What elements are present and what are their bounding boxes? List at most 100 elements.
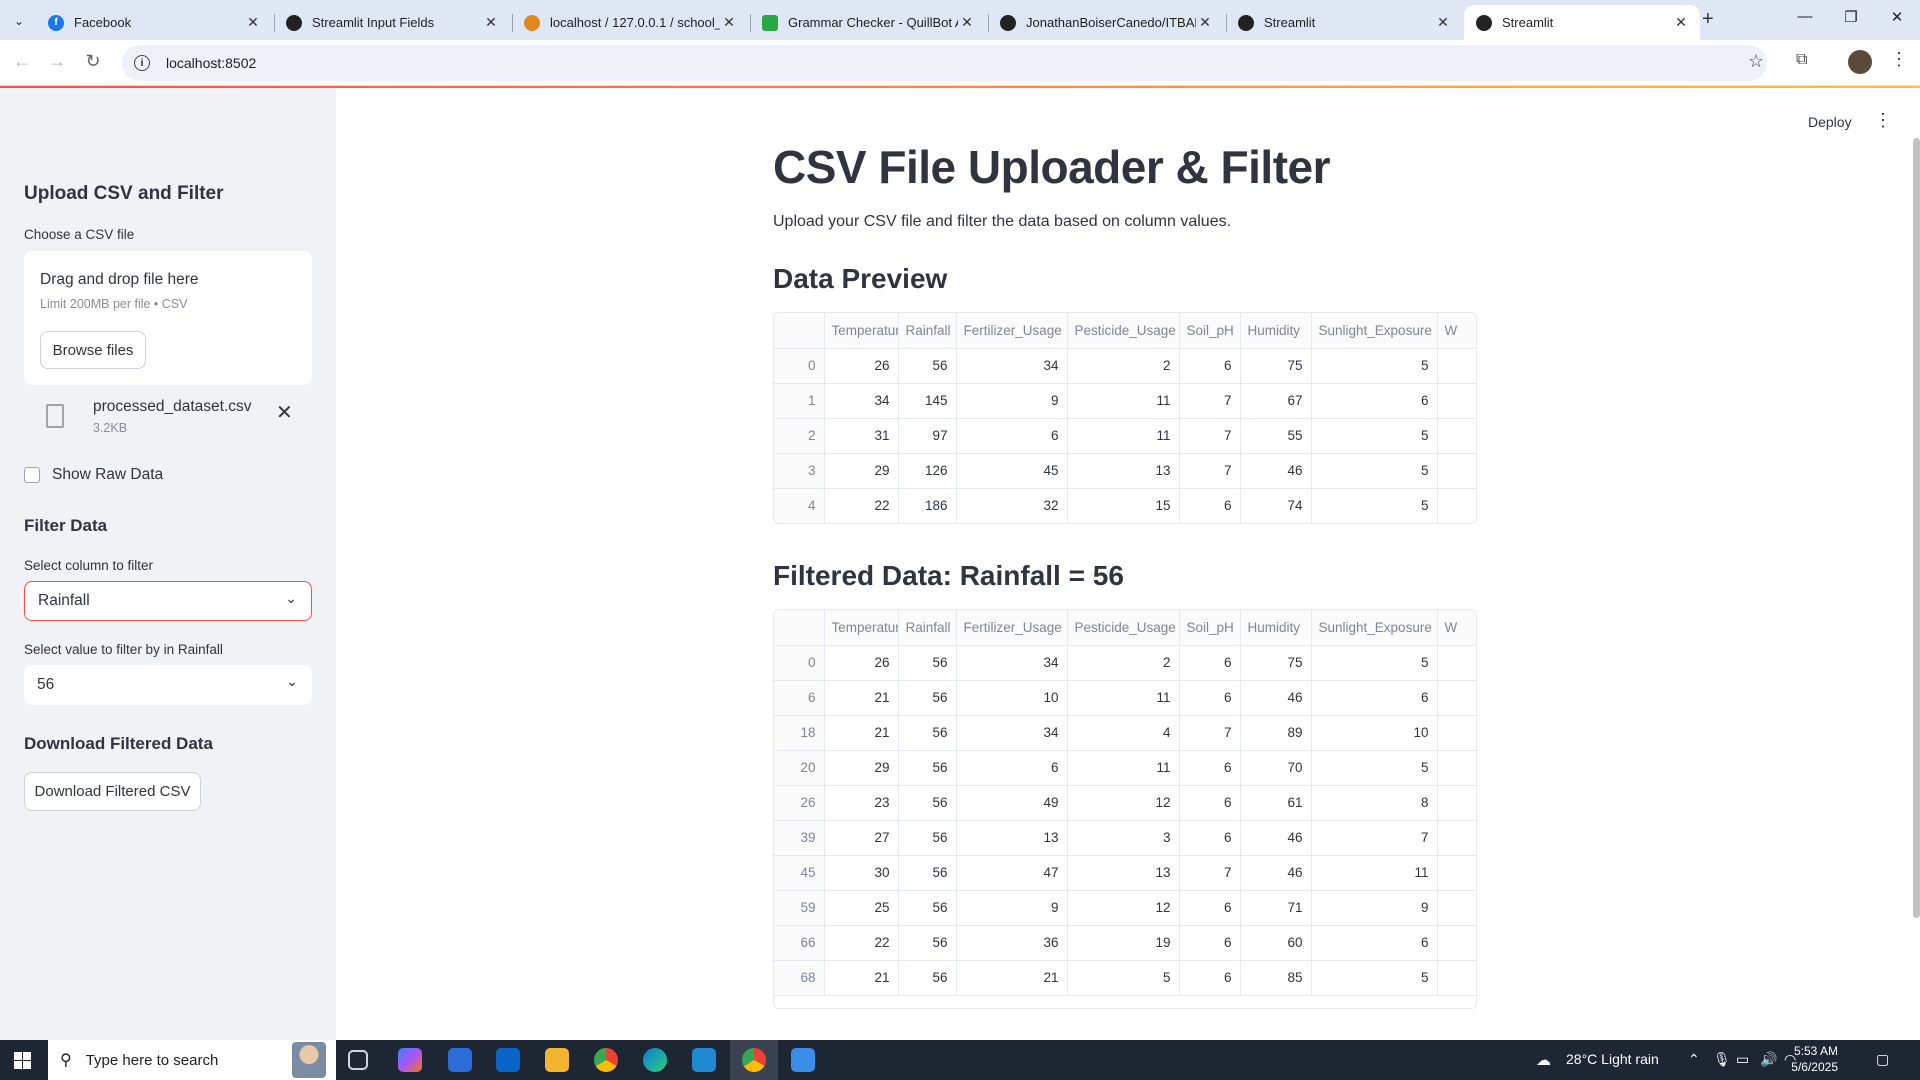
table-cell[interactable]: 8 xyxy=(1311,785,1438,821)
table-row[interactable]: 6 21 56 10 11 6 46 6 xyxy=(774,680,1476,716)
forward-arrow-icon[interactable]: → xyxy=(45,51,69,72)
close-window-icon[interactable]: ✕ xyxy=(1874,8,1920,26)
microphone-icon[interactable]: 🎙 xyxy=(1713,1051,1731,1068)
table-cell[interactable]: 25 xyxy=(824,890,899,926)
table-cell[interactable]: 46 xyxy=(1240,680,1312,716)
table-cell[interactable]: 46 xyxy=(1240,453,1312,489)
value-select[interactable]: 56 ⌄ xyxy=(24,665,312,705)
download-filtered-button[interactable]: Download Filtered CSV xyxy=(24,772,201,811)
close-tab-icon[interactable]: ✕ xyxy=(1672,14,1690,31)
table-cell[interactable] xyxy=(1437,488,1476,523)
table-cell[interactable]: 56 xyxy=(898,925,957,961)
tab-phpmyadmin[interactable]: localhost / 127.0.0.1 / school_sy ✕ xyxy=(512,5,748,40)
task-view-icon[interactable] xyxy=(348,1050,368,1070)
battery-icon[interactable]: ▭ xyxy=(1736,1051,1749,1068)
table-cell[interactable]: 145 xyxy=(898,383,957,419)
table-cell[interactable] xyxy=(1437,453,1476,489)
browser-menu-icon[interactable]: ⋮ xyxy=(1890,49,1908,70)
table-cell[interactable]: 9 xyxy=(956,383,1068,419)
chrome-active-icon[interactable] xyxy=(742,1048,766,1072)
table-cell[interactable]: 34 xyxy=(956,348,1068,384)
table-cell[interactable] xyxy=(1437,785,1476,821)
table-cell[interactable]: 7 xyxy=(1179,855,1241,891)
table-cell[interactable]: 47 xyxy=(956,855,1068,891)
table-cell[interactable]: 46 xyxy=(1240,855,1312,891)
column-header[interactable]: Rainfall xyxy=(898,610,957,646)
table-row[interactable]: 4 22 186 32 15 6 74 5 xyxy=(774,488,1476,523)
column-header[interactable]: Pesticide_Usage xyxy=(1067,313,1180,349)
table-cell[interactable]: 5 xyxy=(1311,348,1438,384)
table-cell[interactable]: 6 xyxy=(1179,348,1241,384)
table-cell[interactable]: 6 xyxy=(1179,820,1241,856)
table-cell[interactable] xyxy=(1437,925,1476,961)
row-index-cell[interactable]: 3 xyxy=(774,453,825,489)
table-cell[interactable]: 11 xyxy=(1067,750,1180,786)
table-cell[interactable]: 67 xyxy=(1240,383,1312,419)
column-header[interactable]: Sunlight_Exposure xyxy=(1311,313,1438,349)
preview-dataframe[interactable]: TemperatureRainfallFertilizer_UsagePesti… xyxy=(773,312,1477,524)
table-cell[interactable]: 29 xyxy=(824,750,899,786)
tab-streamlit-input-fields[interactable]: Streamlit Input Fields ✕ xyxy=(274,5,510,40)
app-menu-icon[interactable]: ⋮ xyxy=(1874,110,1892,131)
table-cell[interactable]: 56 xyxy=(898,820,957,856)
table-row[interactable]: 45 30 56 47 13 7 46 11 xyxy=(774,855,1476,891)
outlook-icon[interactable] xyxy=(496,1048,520,1072)
reload-icon[interactable]: ↻ xyxy=(81,51,105,72)
column-header[interactable] xyxy=(774,313,825,349)
minimize-icon[interactable]: — xyxy=(1782,8,1828,25)
chrome-icon[interactable] xyxy=(594,1048,618,1072)
copilot-icon[interactable] xyxy=(398,1048,422,1072)
table-cell[interactable]: 3 xyxy=(1067,820,1180,856)
table-cell[interactable]: 30 xyxy=(824,855,899,891)
remove-file-icon[interactable]: ✕ xyxy=(276,400,293,425)
table-row[interactable]: 66 22 56 36 19 6 60 6 xyxy=(774,925,1476,961)
table-cell[interactable]: 6 xyxy=(1179,785,1241,821)
table-cell[interactable]: 19 xyxy=(1067,925,1180,961)
tab-quillbot[interactable]: Grammar Checker - QuillBot AI ✕ xyxy=(750,5,986,40)
table-cell[interactable] xyxy=(1437,645,1476,681)
table-cell[interactable]: 13 xyxy=(1067,855,1180,891)
table-cell[interactable]: 46 xyxy=(1240,820,1312,856)
table-cell[interactable]: 11 xyxy=(1067,383,1180,419)
table-cell[interactable]: 6 xyxy=(1311,925,1438,961)
tab-streamlit[interactable]: Streamlit ✕ xyxy=(1226,5,1462,40)
tab-facebook[interactable]: f Facebook ✕ xyxy=(36,5,272,40)
row-index-cell[interactable]: 18 xyxy=(774,715,825,751)
table-cell[interactable]: 6 xyxy=(1179,890,1241,926)
row-index-cell[interactable]: 39 xyxy=(774,820,825,856)
row-index-cell[interactable]: 45 xyxy=(774,855,825,891)
table-row[interactable]: 3 29 126 45 13 7 46 5 xyxy=(774,453,1476,489)
table-cell[interactable]: 11 xyxy=(1311,855,1438,891)
tab-streamlit-active[interactable]: Streamlit ✕ xyxy=(1464,5,1700,40)
table-cell[interactable]: 75 xyxy=(1240,645,1312,681)
table-cell[interactable]: 12 xyxy=(1067,890,1180,926)
restore-icon[interactable]: ❐ xyxy=(1828,8,1874,26)
tab-github[interactable]: JonathanBoiserCanedo/ITBAN2 ✕ xyxy=(988,5,1224,40)
table-cell[interactable]: 5 xyxy=(1311,645,1438,681)
table-cell[interactable]: 13 xyxy=(956,820,1068,856)
table-cell[interactable]: 89 xyxy=(1240,715,1312,751)
table-cell[interactable]: 45 xyxy=(956,453,1068,489)
column-header[interactable]: Temperature xyxy=(824,313,899,349)
column-header[interactable] xyxy=(774,610,825,646)
table-cell[interactable]: 5 xyxy=(1311,488,1438,523)
table-cell[interactable]: 56 xyxy=(898,855,957,891)
table-cell[interactable]: 6 xyxy=(956,418,1068,454)
row-index-cell[interactable]: 4 xyxy=(774,488,825,523)
edge-icon[interactable] xyxy=(643,1048,667,1072)
table-cell[interactable]: 7 xyxy=(1179,418,1241,454)
table-cell[interactable]: 11 xyxy=(1067,680,1180,716)
row-index-cell[interactable]: 20 xyxy=(774,750,825,786)
table-cell[interactable]: 15 xyxy=(1067,488,1180,523)
table-cell[interactable]: 27 xyxy=(824,820,899,856)
table-cell[interactable]: 21 xyxy=(824,960,899,996)
column-header[interactable]: Rainfall xyxy=(898,313,957,349)
table-cell[interactable] xyxy=(1437,890,1476,926)
table-row[interactable]: 68 21 56 21 5 6 85 5 xyxy=(774,960,1476,996)
table-cell[interactable] xyxy=(1437,715,1476,751)
app-icon[interactable] xyxy=(791,1048,815,1072)
row-index-cell[interactable]: 0 xyxy=(774,348,825,384)
table-cell[interactable] xyxy=(1437,383,1476,419)
table-cell[interactable]: 85 xyxy=(1240,960,1312,996)
table-cell[interactable]: 5 xyxy=(1311,418,1438,454)
